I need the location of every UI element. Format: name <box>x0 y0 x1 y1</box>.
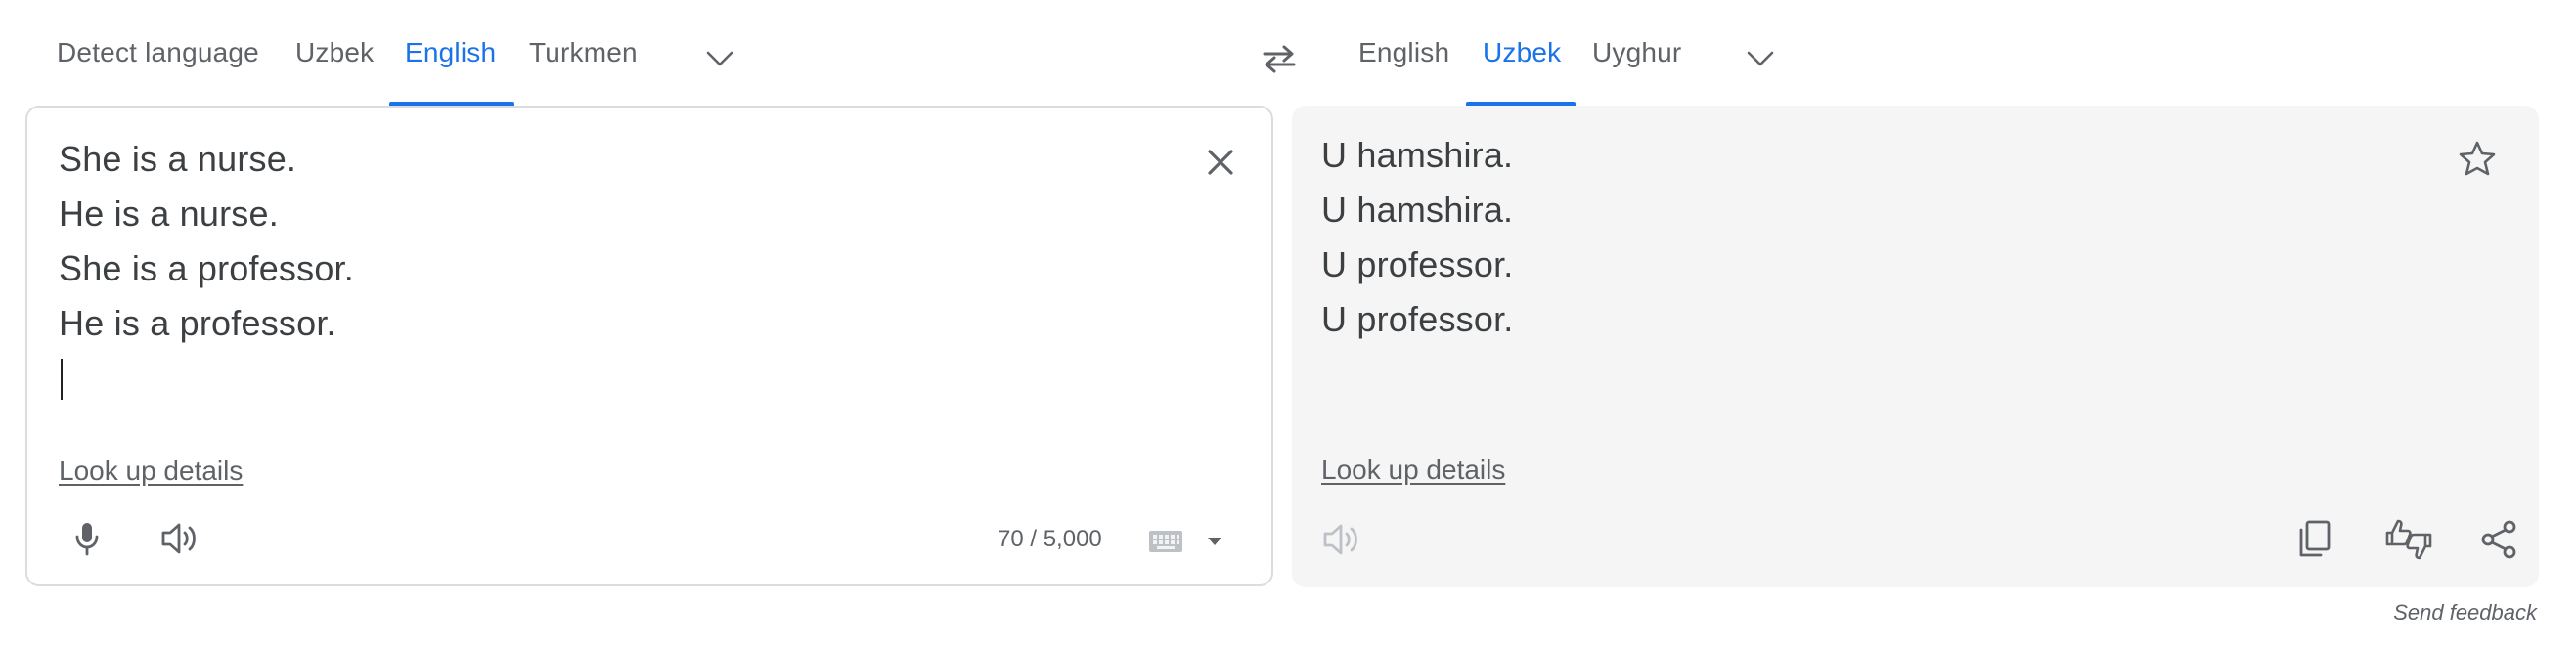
tab-target-uzbek[interactable]: Uzbek <box>1483 37 1561 82</box>
swap-languages-button[interactable] <box>1256 35 1303 82</box>
source-look-up-details-link[interactable]: Look up details <box>59 455 243 487</box>
source-text-line[interactable]: He is a professor. <box>59 303 336 344</box>
share-icon <box>2480 520 2517 559</box>
close-icon <box>1206 148 1235 177</box>
speaker-icon <box>1321 522 1362 557</box>
tab-source-turkmen[interactable]: Turkmen <box>529 37 638 82</box>
chevron-down-icon <box>705 49 734 68</box>
copy-icon <box>2297 520 2332 559</box>
speaker-icon <box>159 521 200 556</box>
tab-target-english[interactable]: English <box>1358 37 1449 82</box>
translation-text-line: U hamshira. <box>1321 135 1514 175</box>
input-tools-menu-button[interactable] <box>1201 528 1228 555</box>
microphone-icon <box>74 521 100 556</box>
input-tools-button[interactable] <box>1146 522 1185 561</box>
caret-down-icon <box>1207 537 1222 546</box>
rate-translation-button[interactable] <box>2379 514 2438 565</box>
more-source-languages-button[interactable] <box>696 35 743 82</box>
translation-text-line: U professor. <box>1321 299 1514 339</box>
clear-source-button[interactable] <box>1195 137 1246 188</box>
swap-languages-icon <box>1261 44 1298 73</box>
send-feedback-link[interactable]: Send feedback <box>2393 600 2537 625</box>
star-icon <box>2458 140 2497 177</box>
copy-translation-button[interactable] <box>2289 514 2340 565</box>
source-text-line[interactable]: She is a professor. <box>59 248 354 289</box>
save-translation-button[interactable] <box>2452 133 2503 184</box>
keyboard-icon <box>1148 530 1183 553</box>
translation-text-line: U hamshira. <box>1321 190 1514 230</box>
text-cursor <box>61 359 63 400</box>
tab-source-uzbek[interactable]: Uzbek <box>295 37 374 82</box>
tab-source-english[interactable]: English <box>405 37 496 82</box>
listen-source-button[interactable] <box>153 514 207 563</box>
source-text-panel[interactable]: She is a nurse. He is a nurse. She is a … <box>25 106 1273 586</box>
translation-text-line: U professor. <box>1321 244 1514 284</box>
listen-translation-button[interactable] <box>1317 515 1366 564</box>
source-text-line[interactable]: He is a nurse. <box>59 194 279 235</box>
translation-panel: U hamshira. U hamshira. U professor. U p… <box>1292 106 2539 587</box>
chevron-down-icon <box>1746 49 1775 68</box>
tab-target-uyghur[interactable]: Uyghur <box>1592 37 1681 82</box>
translation-look-up-details-link[interactable]: Look up details <box>1321 454 1505 486</box>
character-count: 70 / 5,000 <box>998 526 1102 552</box>
source-text-line[interactable]: She is a nurse. <box>59 139 296 180</box>
voice-input-button[interactable] <box>63 514 111 563</box>
share-translation-button[interactable] <box>2473 514 2524 565</box>
thumbs-rating-icon <box>2384 517 2433 562</box>
more-target-languages-button[interactable] <box>1737 35 1784 82</box>
tab-detect-language[interactable]: Detect language <box>57 37 259 82</box>
